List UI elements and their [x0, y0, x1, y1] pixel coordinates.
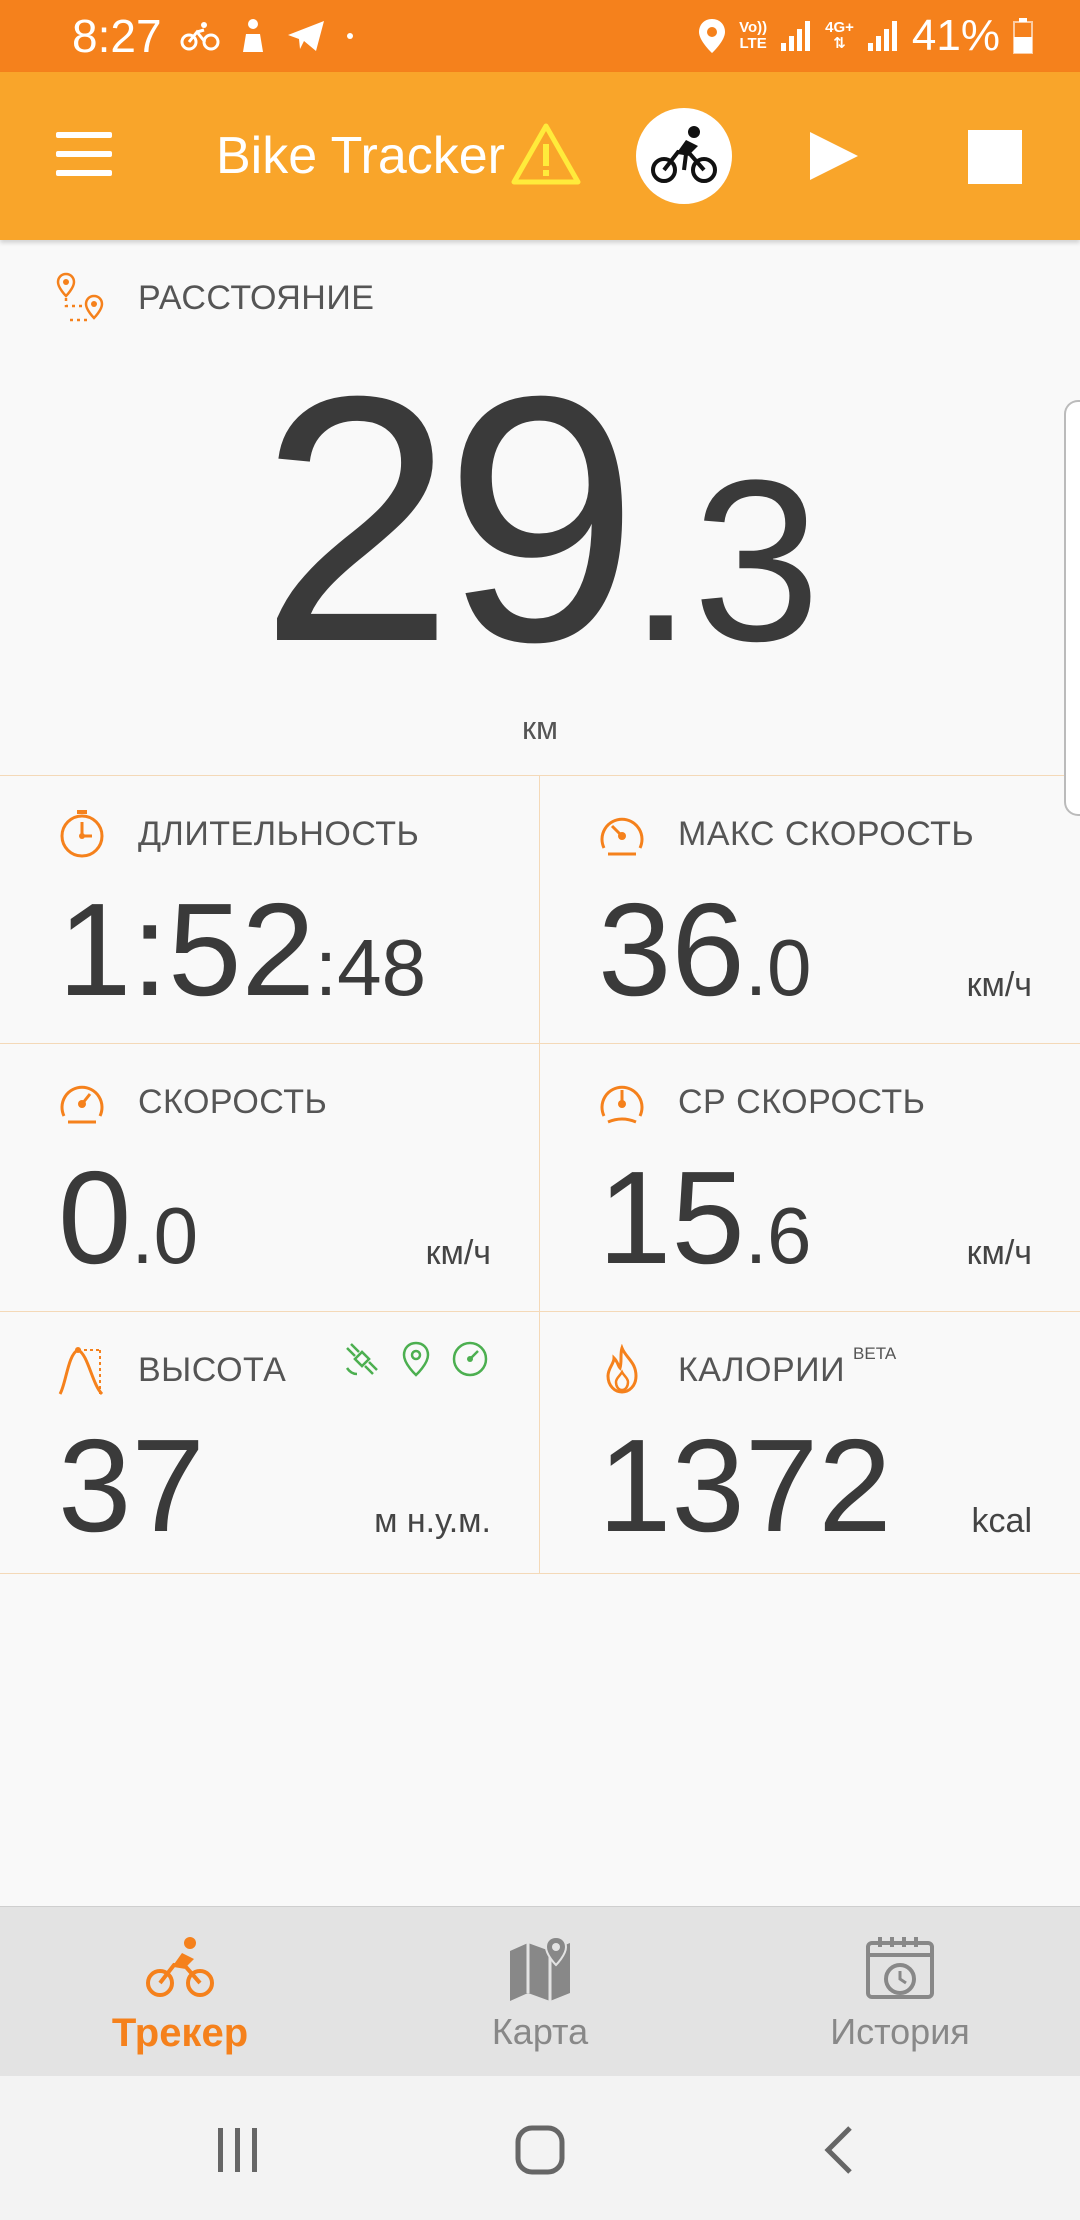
network-type-text: 4G+ [825, 19, 854, 36]
avg-speed-main: 15 [598, 1144, 745, 1291]
speedometer-icon [60, 1085, 104, 1124]
distance-int: 29 [259, 324, 638, 715]
map-icon [510, 1935, 570, 2001]
avg-speed-value: 15.6 [598, 1152, 812, 1302]
distance-section: РАССТОЯНИЕ 29.3 км [0, 240, 1080, 776]
speed-label-row: СКОРОСТЬ [56, 1076, 327, 1128]
speed-label: СКОРОСТЬ [138, 1082, 328, 1121]
status-bar: 8:27 Vo)) LTE 4G+ ⇅ 41% [0, 0, 1080, 72]
duration-main: 1:52 [58, 876, 315, 1023]
altitude-value: 37 [58, 1412, 205, 1559]
location-icon [699, 19, 726, 53]
app-title: Bike Tracker [216, 127, 505, 185]
avg-speed-label-row: СР СКОРОСТЬ [596, 1076, 925, 1128]
history-icon [866, 1937, 934, 1999]
network-type: 4G+ ⇅ [825, 19, 854, 52]
duration-label-row: ДЛИТЕЛЬНОСТЬ [56, 808, 419, 860]
max-speed-main: 36 [598, 876, 745, 1023]
max-speed-decimal: .0 [744, 923, 812, 1012]
speedometer-avg-icon [600, 1085, 644, 1124]
battery-percent: 41% [911, 11, 1000, 60]
signal-icon-2 [867, 21, 897, 51]
nav-map[interactable]: Карта [360, 1907, 720, 2077]
speed-decimal: .0 [131, 1191, 199, 1280]
altitude-source-icons [343, 1340, 489, 1378]
menu-button[interactable] [48, 122, 120, 186]
max-speed-label: МАКС СКОРОСТЬ [678, 814, 975, 853]
speed-value: 0.0 [58, 1152, 198, 1302]
distance-unit: км [522, 710, 558, 746]
battery-icon [1013, 18, 1033, 54]
calories-unit: kcal [971, 1502, 1032, 1540]
route-icon [56, 272, 104, 322]
app-bar: Bike Tracker [0, 72, 1080, 240]
satellite-icon[interactable] [343, 1340, 381, 1378]
stop-button[interactable] [968, 130, 1022, 184]
barometer-icon[interactable] [451, 1340, 489, 1378]
speed-main: 0 [58, 1144, 132, 1291]
bike-icon [146, 1937, 214, 1997]
max-speed-unit: км/ч [966, 966, 1032, 1004]
gps-pin-icon[interactable] [399, 1340, 433, 1378]
altitude-label: ВЫСОТА [138, 1350, 287, 1389]
altitude-label-row: ВЫСОТА [56, 1344, 286, 1396]
bottom-navigation: Трекер Карта История [0, 1906, 1080, 2076]
max-speed-cell: МАКС СКОРОСТЬ 36.0 км/ч [540, 776, 1080, 1044]
beta-badge: BETA [853, 1344, 897, 1363]
warning-icon[interactable] [510, 122, 582, 186]
calories-label: КАЛОРИИ [678, 1350, 846, 1389]
duration-label: ДЛИТЕЛЬНОСТЬ [138, 814, 420, 853]
avg-speed-label: СР СКОРОСТЬ [678, 1082, 926, 1121]
distance-frac: .3 [628, 432, 821, 689]
nav-map-label: Карта [491, 2011, 589, 2052]
nav-tracker[interactable]: Трекер [0, 1907, 360, 2077]
speedometer-max-icon [600, 817, 644, 856]
scroll-handle[interactable] [1064, 400, 1080, 816]
distance-value: 29.3 [0, 345, 1080, 695]
distance-label-row: РАССТОЯНИЕ [56, 272, 374, 324]
duration-cell: ДЛИТЕЛЬНОСТЬ 1:52:48 [0, 776, 540, 1044]
avg-speed-decimal: .6 [744, 1191, 812, 1280]
duration-value: 1:52:48 [58, 884, 426, 1034]
avg-speed-unit: км/ч [966, 1234, 1032, 1272]
activity-type-button[interactable] [636, 108, 732, 204]
recent-apps-icon[interactable] [208, 2120, 268, 2180]
nav-history[interactable]: История [720, 1907, 1080, 2077]
calories-label-row: КАЛОРИИ BETA [596, 1344, 896, 1396]
nav-history-label: История [830, 2011, 970, 2052]
status-time: 8:27 [72, 10, 162, 62]
play-button[interactable] [796, 120, 868, 192]
calories-cell: КАЛОРИИ BETA 1372 kcal [540, 1312, 1080, 1574]
distance-label: РАССТОЯНИЕ [138, 278, 375, 317]
telegram-icon [288, 21, 324, 51]
volte-indicator: Vo)) LTE [739, 20, 767, 52]
volte-top-text: Vo)) [739, 19, 768, 36]
home-icon[interactable] [510, 2120, 570, 2180]
avg-speed-cell: СР СКОРОСТЬ 15.6 км/ч [540, 1044, 1080, 1312]
altitude-icon [58, 1347, 104, 1396]
back-icon[interactable] [812, 2120, 872, 2180]
signal-icon [781, 21, 811, 51]
max-speed-label-row: МАКС СКОРОСТЬ [596, 808, 974, 860]
duration-seconds: :48 [314, 923, 427, 1012]
system-icons: Vo)) LTE 4G+ ⇅ 41% [697, 12, 1034, 60]
max-speed-value: 36.0 [598, 884, 812, 1034]
flame-icon [606, 1344, 638, 1394]
nav-tracker-label: Трекер [111, 2011, 249, 2055]
speed-unit: км/ч [425, 1234, 491, 1272]
calories-value: 1372 [598, 1412, 892, 1559]
bike-notification-icon [180, 22, 220, 51]
cyclist-icon [651, 126, 717, 183]
clock-icon [60, 810, 104, 858]
volte-bottom-text: LTE [739, 35, 767, 52]
system-navigation-bar [0, 2076, 1080, 2220]
notification-icons [180, 12, 356, 60]
speed-cell: СКОРОСТЬ 0.0 км/ч [0, 1044, 540, 1312]
altitude-unit: м н.у.м. [374, 1502, 491, 1540]
dot-icon [347, 33, 353, 39]
fitness-notification-icon [243, 19, 263, 52]
altitude-cell: ВЫСОТА 37 м н.у.м. [0, 1312, 540, 1574]
